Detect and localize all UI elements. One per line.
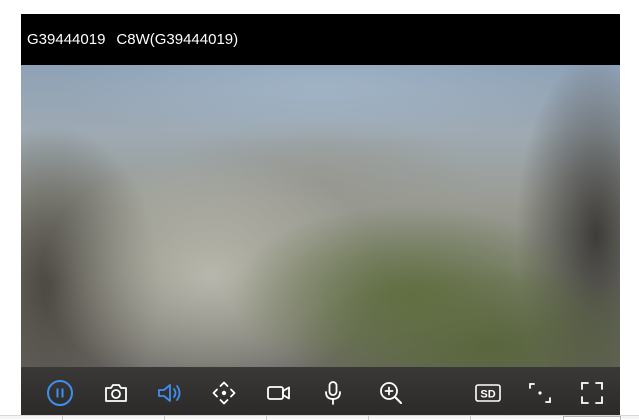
live-video-feed[interactable] <box>21 65 620 367</box>
speaker-volume-icon <box>158 384 181 402</box>
talk-button[interactable] <box>319 379 347 407</box>
pause-icon <box>47 380 73 406</box>
focus-frame-icon <box>529 383 551 403</box>
fullscreen-icon <box>581 382 603 404</box>
quality-sd-button[interactable]: SD <box>474 379 502 407</box>
camera-snapshot-icon <box>105 384 127 402</box>
video-frame-overlay <box>21 65 620 367</box>
strip-tab[interactable] <box>563 416 621 420</box>
pause-button[interactable] <box>46 379 74 407</box>
zoom-in-icon <box>380 382 402 404</box>
sd-quality-icon: SD <box>475 384 501 402</box>
player-title-bar: G39444019 C8W(G39444019) <box>21 14 620 65</box>
focus-area-button[interactable] <box>526 379 554 407</box>
bottom-page-strip <box>0 415 639 420</box>
strip-divider <box>266 416 267 420</box>
microphone-icon <box>325 381 341 405</box>
snapshot-button[interactable] <box>102 379 130 407</box>
device-id-label: G39444019 <box>27 31 106 48</box>
strip-divider <box>470 416 471 420</box>
device-name-label: C8W(G39444019) <box>116 31 239 48</box>
record-button[interactable] <box>265 379 293 407</box>
volume-button[interactable] <box>156 379 184 407</box>
video-player: G39444019 C8W(G39444019) SD <box>21 14 620 415</box>
strip-divider <box>62 416 63 420</box>
zoom-in-button[interactable] <box>377 379 405 407</box>
fullscreen-button[interactable] <box>578 379 606 407</box>
sd-quality-label: SD <box>480 389 495 401</box>
strip-divider <box>164 416 165 420</box>
player-control-bar: SD <box>21 367 620 415</box>
ptz-control-button[interactable] <box>210 379 238 407</box>
ptz-direction-icon <box>212 381 236 405</box>
strip-divider <box>368 416 369 420</box>
video-record-icon <box>267 386 290 400</box>
